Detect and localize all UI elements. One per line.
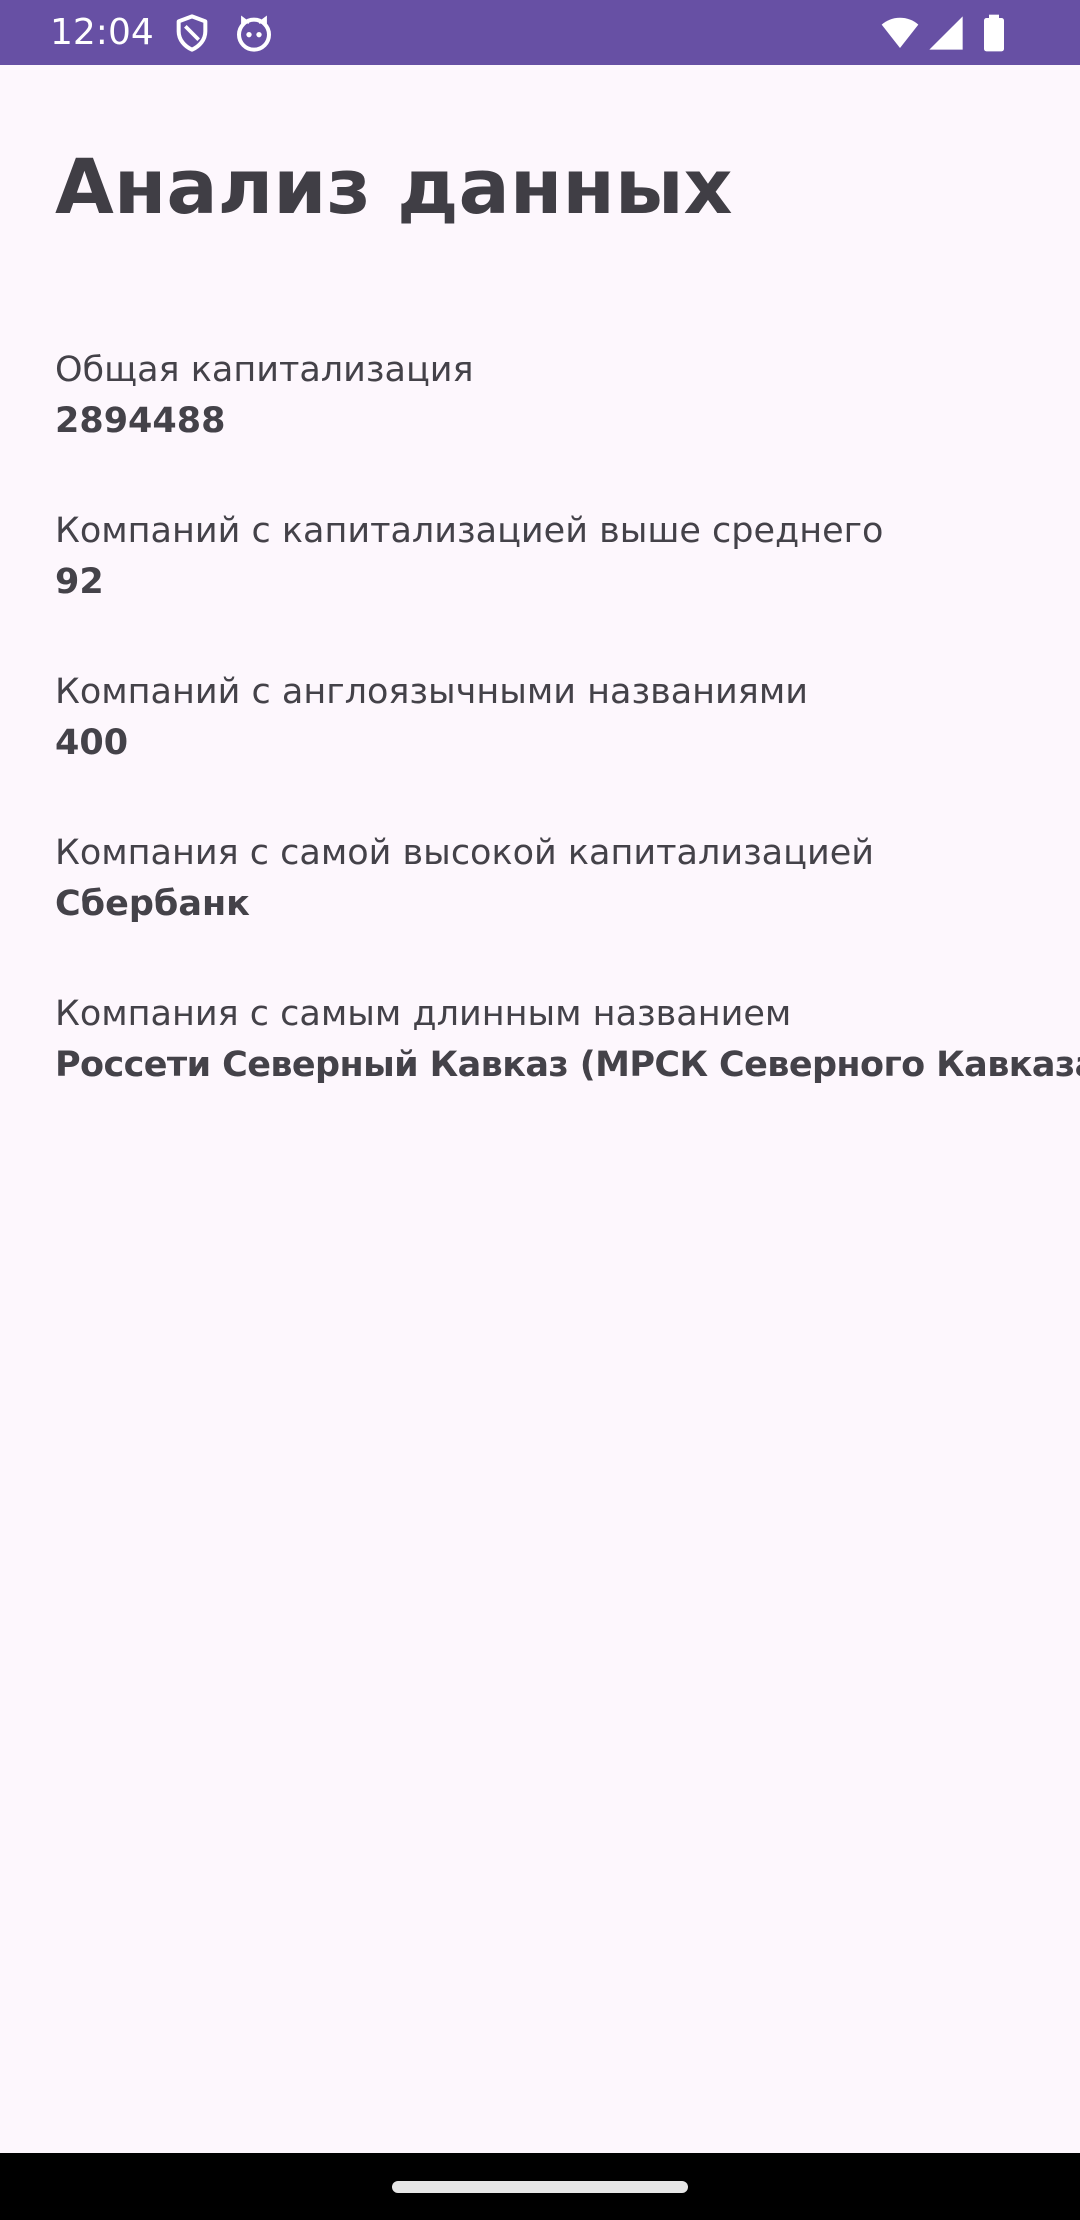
stat-value: Сбербанк <box>55 884 250 924</box>
stat-label: Общая капитализация <box>55 350 474 390</box>
stat-label: Компания с самой высокой капитализацией <box>55 833 874 873</box>
status-bar: 12:04 <box>0 0 1080 65</box>
stat-label: Компания с самым длинным названием <box>55 994 792 1034</box>
wifi-icon <box>880 13 920 53</box>
navigation-bar <box>0 2153 1080 2220</box>
battery-icon <box>974 13 1014 53</box>
stat-value: Россети Северный Кавказ (МРСК Северного … <box>55 1045 1080 1085</box>
shield-icon <box>172 13 212 53</box>
stat-value: 400 <box>55 723 129 763</box>
stat-english-names: Компаний с англоязычными названиями 400 <box>55 667 1075 769</box>
home-indicator[interactable] <box>392 2181 688 2193</box>
stat-total-capitalization: Общая капитализация 2894488 <box>55 345 1075 447</box>
stat-highest-capitalization: Компания с самой высокой капитализацией … <box>55 828 1075 930</box>
stat-longest-name: Компания с самым длинным названием Россе… <box>55 989 1080 1091</box>
stat-label: Компаний с капитализацией выше среднего <box>55 511 884 551</box>
stat-label: Компаний с англоязычными названиями <box>55 672 808 712</box>
stat-above-average: Компаний с капитализацией выше среднего … <box>55 506 1075 608</box>
stat-value: 2894488 <box>55 401 226 441</box>
signal-icon <box>926 13 966 53</box>
cat-icon <box>234 13 274 53</box>
page-title: Анализ данных <box>55 142 733 231</box>
status-time: 12:04 <box>50 12 154 53</box>
stat-value: 92 <box>55 562 104 602</box>
